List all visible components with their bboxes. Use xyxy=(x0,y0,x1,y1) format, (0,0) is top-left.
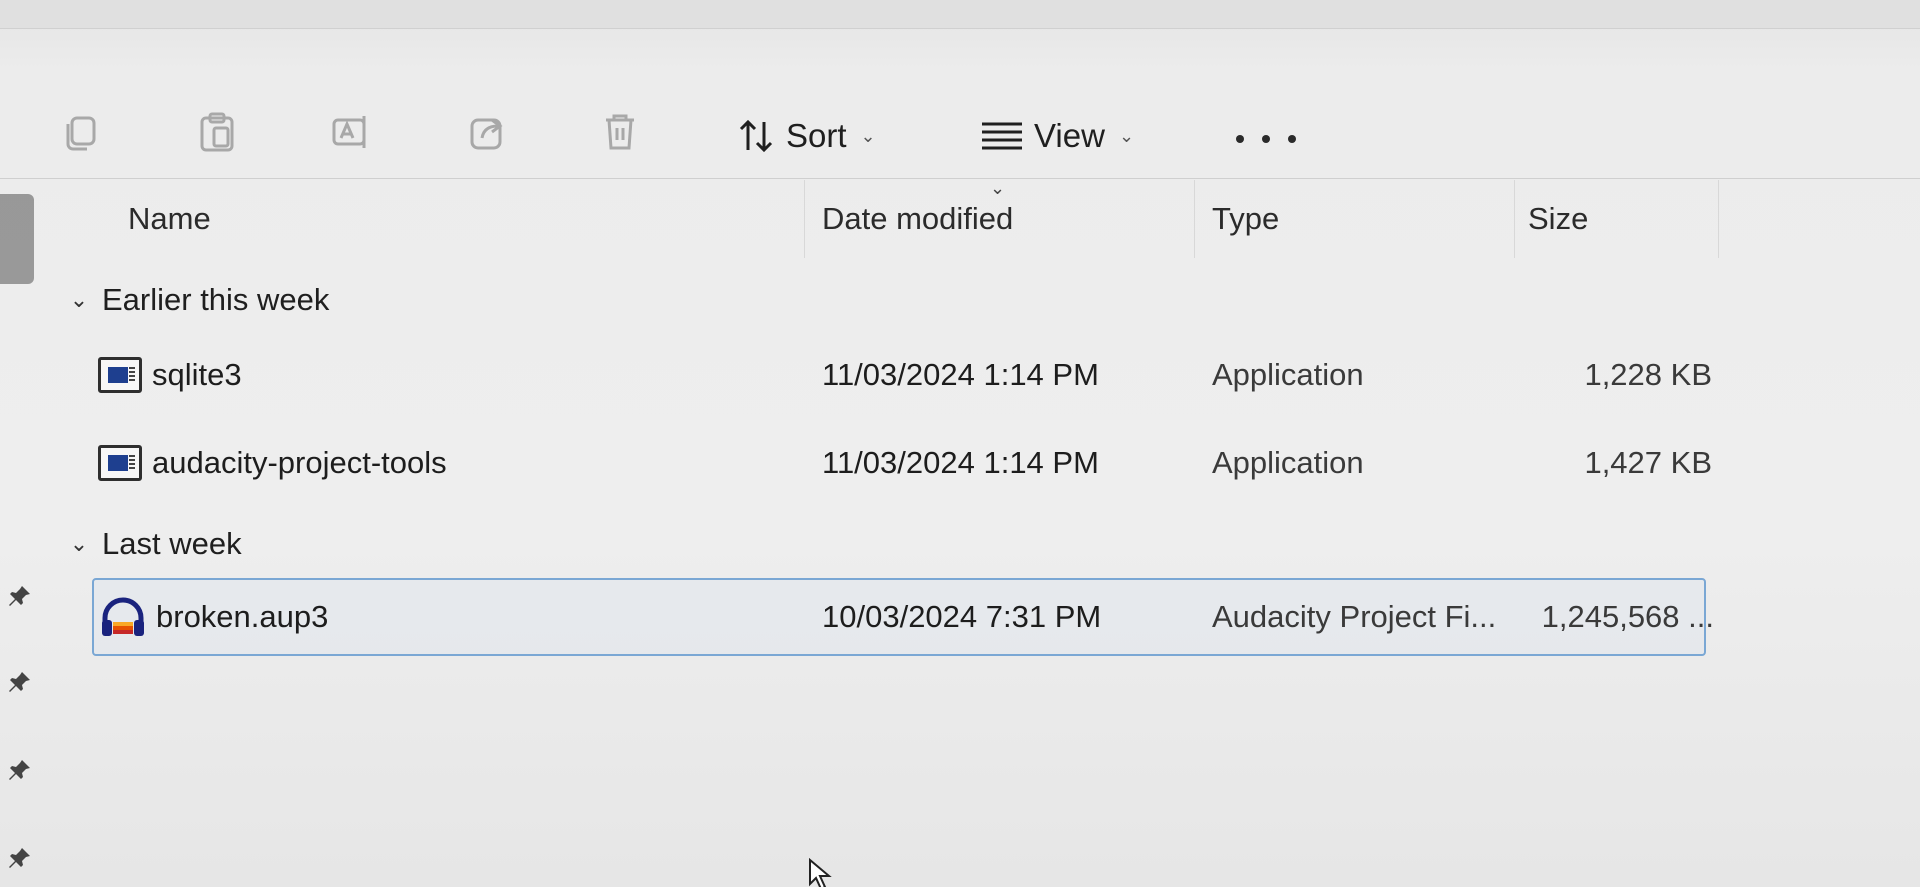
file-date: 11/03/2024 1:14 PM xyxy=(822,445,1099,480)
share-icon[interactable] xyxy=(464,108,512,156)
column-name-label: Name xyxy=(128,201,211,236)
chevron-down-icon: ⌄ xyxy=(69,287,89,312)
column-header-date-modified[interactable]: Date modified xyxy=(822,180,1195,258)
pin-icon[interactable] xyxy=(6,582,34,610)
sort-label: Sort xyxy=(786,117,847,154)
audacity-icon xyxy=(102,597,144,636)
delete-icon[interactable] xyxy=(596,108,644,156)
dot-icon xyxy=(1288,135,1296,143)
file-size: 1,228 KB xyxy=(1584,357,1712,392)
dot-icon xyxy=(1262,135,1270,143)
pin-icon[interactable] xyxy=(6,668,34,696)
file-row[interactable]: sqlite3 11/03/2024 1:14 PM Application 1… xyxy=(92,338,1712,412)
column-header-type[interactable]: Type xyxy=(1212,180,1515,258)
column-header-row: Name Date modified Type Size xyxy=(0,180,1920,258)
application-icon xyxy=(98,357,142,393)
file-date: 11/03/2024 1:14 PM xyxy=(822,357,1099,392)
sort-arrows-icon xyxy=(739,119,773,153)
group-header-earlier-this-week[interactable]: ⌄ Earlier this week xyxy=(66,278,330,322)
file-row-selected[interactable]: broken.aup3 10/03/2024 7:31 PM Audacity … xyxy=(92,578,1714,656)
column-date-label: Date modified xyxy=(822,201,1014,236)
chevron-down-icon: ⌄ xyxy=(860,125,876,146)
group-label: Last week xyxy=(102,526,242,561)
command-bar: Sort ⌄ View ⌄ xyxy=(0,28,1920,179)
file-name: audacity-project-tools xyxy=(152,445,447,480)
file-type: Application xyxy=(1212,445,1364,480)
mouse-cursor-icon xyxy=(809,858,832,887)
file-name: broken.aup3 xyxy=(156,599,329,634)
chevron-down-icon: ⌄ xyxy=(69,531,89,556)
column-type-label: Type xyxy=(1212,201,1280,236)
sort-button[interactable]: Sort ⌄ xyxy=(736,114,876,158)
view-lines-icon xyxy=(982,122,1022,150)
column-header-size[interactable]: Size xyxy=(1528,180,1719,258)
view-button[interactable]: View ⌄ xyxy=(980,114,1134,158)
file-row[interactable]: audacity-project-tools 11/03/2024 1:14 P… xyxy=(92,426,1712,500)
sort-descending-icon: ⌄ xyxy=(990,178,1006,198)
file-date: 10/03/2024 7:31 PM xyxy=(822,599,1102,634)
file-name: sqlite3 xyxy=(152,357,242,392)
paste-icon[interactable] xyxy=(194,108,242,156)
pin-icon[interactable] xyxy=(6,844,34,872)
pin-icon[interactable] xyxy=(6,756,34,784)
view-label: View xyxy=(1034,117,1105,154)
file-name-cell: sqlite3 xyxy=(98,338,242,412)
rename-icon[interactable] xyxy=(326,108,374,156)
more-options-button[interactable] xyxy=(1236,124,1296,154)
file-explorer-window: Sort ⌄ View ⌄ Name Date modified Type Si… xyxy=(0,0,1920,887)
copy-icon[interactable] xyxy=(58,108,106,156)
dot-icon xyxy=(1236,135,1244,143)
file-size: 1,427 KB xyxy=(1584,445,1712,480)
column-size-label: Size xyxy=(1528,201,1589,236)
file-name-cell: broken.aup3 xyxy=(100,580,328,654)
column-header-name[interactable]: Name xyxy=(128,180,805,258)
group-header-last-week[interactable]: ⌄ Last week xyxy=(66,522,242,566)
file-type: Audacity Project Fi... xyxy=(1212,599,1497,634)
group-label: Earlier this week xyxy=(102,282,330,317)
file-name-cell: audacity-project-tools xyxy=(98,426,447,500)
file-type: Application xyxy=(1212,357,1364,392)
application-icon xyxy=(98,445,142,481)
title-strip xyxy=(0,0,1920,29)
file-size: 1,245,568 ... xyxy=(1541,599,1714,634)
chevron-down-icon: ⌄ xyxy=(1118,125,1135,146)
